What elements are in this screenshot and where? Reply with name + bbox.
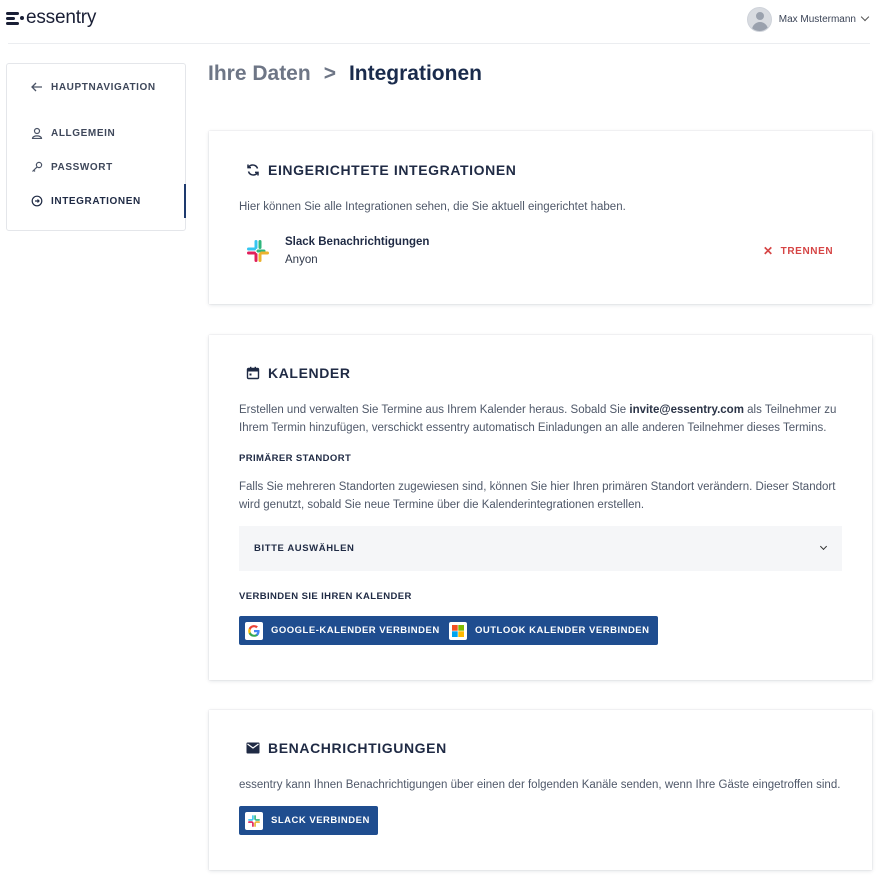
integration-workspace: Anyon	[285, 254, 318, 266]
sidebar-item-main-navigation[interactable]: HAUPTNAVIGATION	[7, 70, 185, 104]
user-icon	[31, 127, 43, 139]
microsoft-icon	[449, 621, 467, 640]
connect-slack-button[interactable]: SLACK VERBINDEN	[239, 806, 378, 835]
sidebar-item-label: INTEGRATIONEN	[51, 195, 141, 207]
header-divider	[8, 43, 870, 44]
page-title: Integrationen	[348, 62, 482, 85]
settings-sidebar: HAUPTNAVIGATION ALLGEMEIN PASSWORT INTEG…	[6, 63, 186, 231]
close-icon: ✕	[763, 244, 774, 258]
sidebar-item-integrations[interactable]: INTEGRATIONEN	[7, 184, 186, 218]
user-name: Max Mustermann	[778, 13, 856, 25]
disconnect-label: TRENNEN	[780, 245, 834, 257]
button-label: GOOGLE-KALENDER VERBINDEN	[271, 625, 440, 636]
slack-icon	[245, 811, 263, 830]
button-label: OUTLOOK KALENDER VERBINDEN	[475, 625, 650, 636]
calendar-description-part-1: Erstellen und verwalten Sie Termine aus …	[239, 404, 627, 416]
calendar-description-line-2: Ihrem Termin hinzufügen, verschickt esse…	[239, 422, 827, 434]
notifications-description: essentry kann Ihnen Benachrichtigungen ü…	[239, 779, 841, 791]
primary-location-heading: PRIMÄRER STANDORT	[239, 453, 352, 464]
select-value: BITTE AUSWÄHLEN	[254, 543, 355, 554]
notifications-card: BENACHRICHTIGUNGEN essentry kann Ihnen B…	[209, 710, 872, 870]
integration-name: Slack Benachrichtigungen	[285, 236, 430, 248]
invite-email: invite@essentry.com	[629, 404, 744, 416]
connect-google-calendar-button[interactable]: GOOGLE-KALENDER VERBINDEN	[239, 616, 448, 645]
integrations-icon	[31, 195, 43, 207]
calendar-icon	[245, 365, 261, 381]
installed-integrations-heading: EINGERICHTETE INTEGRATIONEN	[245, 162, 517, 178]
card-title-text: BENACHRICHTIGUNGEN	[268, 740, 447, 756]
connect-outlook-calendar-button[interactable]: OUTLOOK KALENDER VERBINDEN	[443, 616, 658, 645]
sidebar-item-label: HAUPTNAVIGATION	[51, 81, 156, 93]
sidebar-item-label: ALLGEMEIN	[51, 127, 116, 139]
calendar-heading: KALENDER	[245, 365, 351, 381]
breadcrumb: Ihre Daten > Integrationen	[208, 62, 482, 86]
primary-location-text-line-2: wird genutzt, sobald Sie neue Termine üb…	[239, 499, 645, 511]
breadcrumb-parent[interactable]: Ihre Daten	[208, 62, 311, 85]
google-icon	[245, 621, 263, 640]
mail-icon	[245, 740, 261, 756]
card-title-text: EINGERICHTETE INTEGRATIONEN	[268, 162, 517, 178]
disconnect-button[interactable]: ✕ TRENNEN	[763, 244, 833, 258]
slack-icon	[245, 238, 271, 264]
chevron-down-icon	[860, 12, 870, 22]
sidebar-item-label: PASSWORT	[51, 161, 113, 173]
breadcrumb-separator: >	[323, 62, 336, 85]
sidebar-item-password[interactable]: PASSWORT	[7, 150, 185, 184]
essentry-logo[interactable]: essentry	[6, 7, 96, 29]
button-label: SLACK VERBINDEN	[271, 815, 370, 826]
primary-location-text-line-1: Falls Sie mehreren Standorten zugewiesen…	[239, 481, 836, 493]
sync-icon	[245, 162, 261, 178]
card-title-text: KALENDER	[268, 365, 351, 381]
installed-integrations-card: EINGERICHTETE INTEGRATIONEN Hier können …	[209, 131, 872, 304]
top-bar: essentry Max Mustermann	[0, 0, 878, 44]
calendar-description-part-2: als Teilnehmer zu	[747, 404, 837, 416]
key-icon	[31, 161, 43, 173]
calendar-card: KALENDER Erstellen und verwalten Sie Ter…	[209, 335, 872, 680]
arrow-left-icon	[31, 81, 43, 93]
chevron-down-icon	[819, 542, 828, 551]
user-menu[interactable]: Max Mustermann	[746, 6, 870, 32]
installed-integrations-description: Hier können Sie alle Integrationen sehen…	[239, 201, 626, 213]
avatar	[746, 6, 772, 32]
connect-calendar-heading: VERBINDEN SIE IHREN KALENDER	[239, 591, 412, 602]
calendar-description-line-1: Erstellen und verwalten Sie Termine aus …	[239, 401, 836, 419]
logo-text: essentry	[26, 7, 97, 28]
notifications-heading: BENACHRICHTIGUNGEN	[245, 740, 447, 756]
essentry-logo-mark-icon	[6, 10, 24, 26]
primary-location-select[interactable]: BITTE AUSWÄHLEN	[239, 526, 842, 571]
sidebar-item-general[interactable]: ALLGEMEIN	[7, 116, 185, 150]
